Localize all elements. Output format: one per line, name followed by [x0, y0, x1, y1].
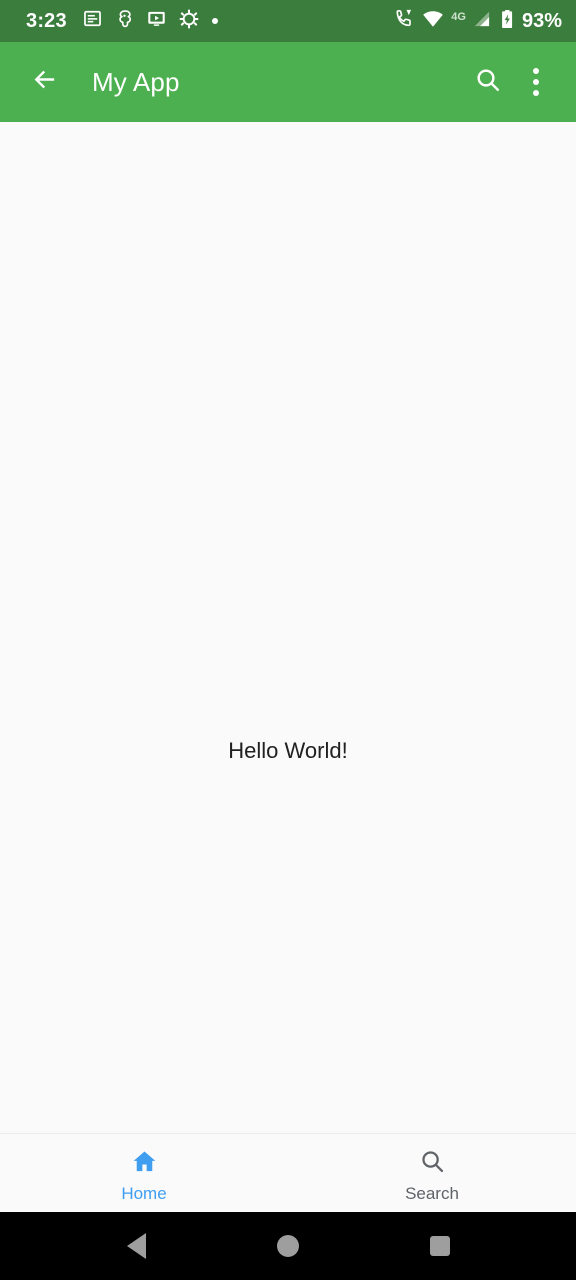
screencast-icon: [147, 9, 166, 33]
cellular-signal-icon: [472, 9, 492, 34]
system-back-triangle-icon: [126, 1233, 146, 1259]
system-recents-button[interactable]: [412, 1218, 468, 1274]
system-home-circle-icon: [277, 1235, 299, 1257]
overflow-menu-button[interactable]: [512, 58, 560, 106]
arrow-back-icon: [30, 65, 59, 99]
status-bar: 3:23 4G 93%: [0, 0, 576, 42]
android-system-navigation-bar: [0, 1212, 576, 1280]
search-button[interactable]: [464, 58, 512, 106]
page-title: My App: [92, 67, 180, 97]
bottom-nav-label-search: Search: [405, 1184, 459, 1203]
adb-debug-icon: [115, 9, 134, 33]
notes-notification-icon: [83, 9, 102, 33]
more-notifications-dot-icon: [211, 18, 218, 24]
system-home-button[interactable]: [260, 1218, 316, 1274]
volte-call-icon: [394, 8, 415, 34]
search-icon: [419, 1148, 446, 1180]
status-bar-right-group: 4G 93%: [394, 8, 562, 35]
status-bar-left-group: 3:23: [26, 9, 218, 34]
network-type-label: 4G: [451, 11, 466, 23]
home-icon: [131, 1148, 158, 1180]
battery-percent-label: 93%: [521, 10, 562, 32]
bottom-navigation-bar: Home Search: [0, 1133, 576, 1212]
hello-world-text: Hello World!: [228, 738, 348, 763]
app-bar: My App: [0, 42, 576, 122]
content-area: Hello World!: [0, 122, 576, 1133]
status-clock: 3:23: [26, 10, 67, 32]
brightness-gear-icon: [179, 9, 199, 34]
bottom-nav-item-home[interactable]: Home: [0, 1134, 288, 1212]
phone-screen: 3:23 4G 93% My App Hello World! Home Sea…: [0, 0, 576, 1280]
battery-charging-icon: [499, 9, 516, 34]
bottom-nav-label-home: Home: [121, 1184, 167, 1203]
back-button[interactable]: [20, 58, 68, 106]
system-back-button[interactable]: [108, 1218, 164, 1274]
bottom-nav-item-search[interactable]: Search: [288, 1134, 576, 1212]
wifi-icon: [422, 8, 444, 35]
more-vert-icon: [533, 68, 539, 96]
search-icon: [474, 66, 502, 99]
system-recents-square-icon: [430, 1236, 450, 1256]
